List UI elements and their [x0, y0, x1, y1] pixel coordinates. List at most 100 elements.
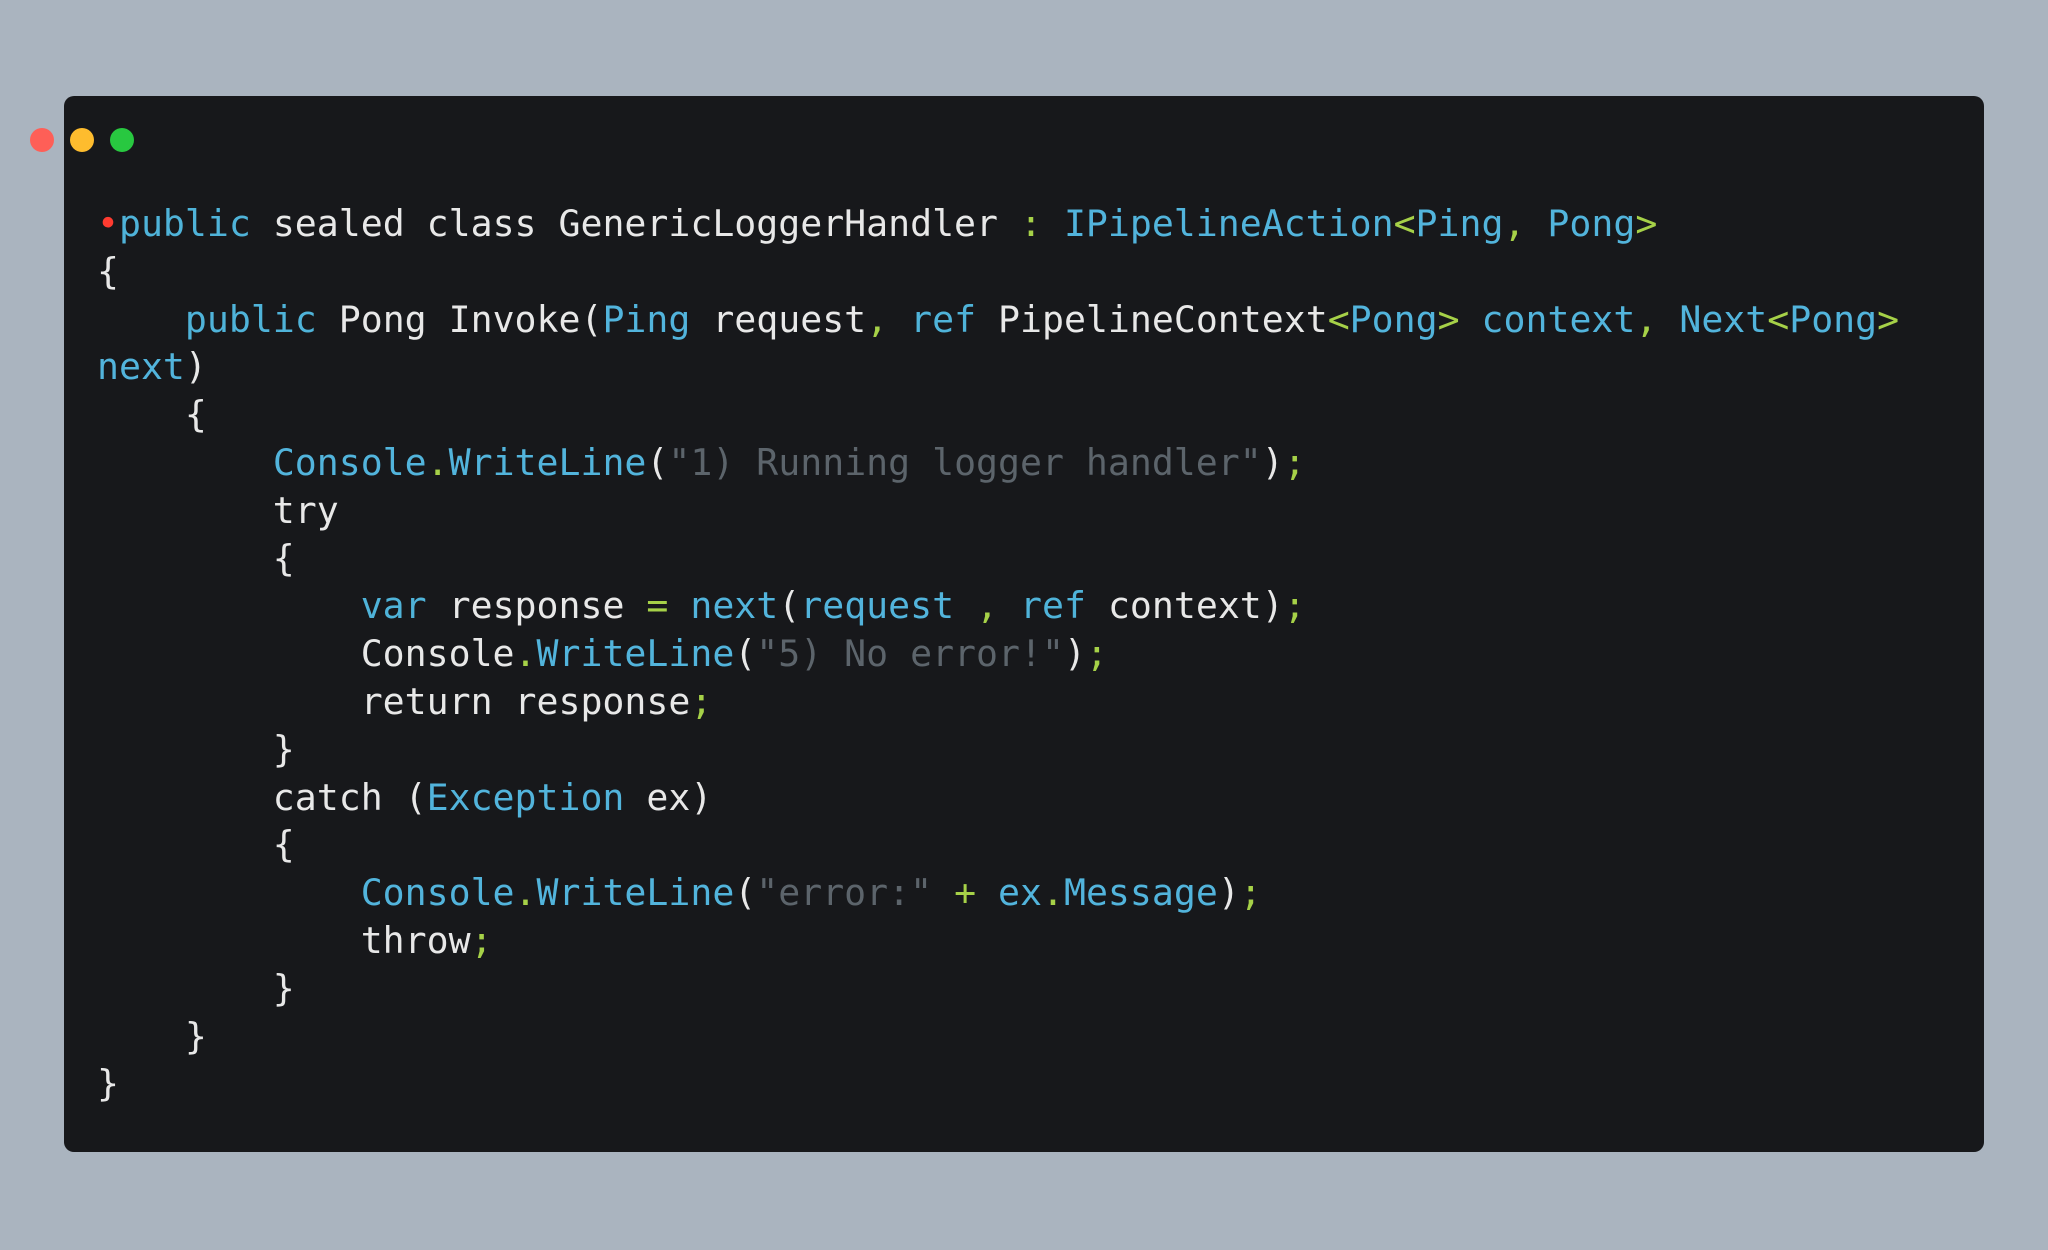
code-text: (: [734, 632, 757, 676]
punctuation: <: [1767, 297, 1790, 341]
string-literal: "5) No error!": [756, 632, 1064, 676]
code-text: {: [97, 536, 295, 580]
code-text: Console: [97, 632, 515, 676]
punctuation: ,: [1635, 297, 1658, 341]
code-text: (: [734, 871, 757, 915]
identifier: Ping: [602, 297, 691, 341]
identifier: Ping: [1415, 202, 1504, 245]
keyword: public: [184, 297, 317, 341]
punctuation: ,: [976, 584, 999, 628]
code-text: return response: [97, 679, 691, 723]
code-line: Console.WriteLine("1) Running logger han…: [97, 439, 1899, 487]
punctuation: >: [1877, 297, 1900, 341]
identifier: ex: [998, 871, 1042, 915]
code-text: ): [1217, 871, 1240, 915]
identifier: WriteLine: [536, 632, 735, 676]
keyword: ref: [1020, 584, 1086, 628]
identifier: Exception: [426, 775, 625, 819]
punctuation: ;: [1283, 440, 1306, 484]
identifier: Pong: [1789, 297, 1878, 341]
punctuation: <: [1327, 297, 1350, 341]
keyword: public: [118, 202, 251, 245]
page: { "window": { "buttons": [ {"name": "clo…: [0, 0, 2048, 1250]
code-text: Pong Invoke(: [316, 297, 603, 341]
identifier: request: [800, 584, 955, 628]
code-line: next): [97, 343, 1899, 391]
code-line: }: [97, 965, 1899, 1013]
punctuation: <: [1393, 202, 1416, 245]
code-text: sealed class GenericLoggerHandler: [250, 202, 1020, 245]
identifier: Console: [272, 440, 427, 484]
code-line: Console.WriteLine("5) No error!");: [97, 630, 1899, 678]
punctuation: .: [514, 871, 537, 915]
code-line: }: [97, 1013, 1899, 1061]
code-line: {: [97, 248, 1899, 296]
code-text: request: [690, 297, 867, 341]
identifier: Message: [1063, 871, 1218, 915]
identifier: Next: [1679, 297, 1768, 341]
identifier: Pong: [1349, 297, 1438, 341]
punctuation: >: [1635, 202, 1658, 245]
code-text: throw: [97, 918, 471, 962]
code-text: }: [97, 966, 295, 1010]
punctuation: ,: [1503, 202, 1526, 245]
code-line: •public sealed class GenericLoggerHandle…: [97, 200, 1899, 248]
code-line: throw;: [97, 917, 1899, 965]
close-window-button[interactable]: [30, 128, 54, 152]
minimize-window-button[interactable]: [70, 128, 94, 152]
code-line: }: [97, 726, 1899, 774]
code-text: ): [1063, 632, 1086, 676]
identifier: context: [1481, 297, 1636, 341]
code-text: response: [426, 584, 647, 628]
punctuation: ;: [1239, 871, 1262, 915]
identifier: WriteLine: [448, 440, 647, 484]
punctuation: :: [1019, 202, 1042, 245]
code-text: ): [1261, 440, 1284, 484]
code-text: }: [97, 727, 295, 771]
code-line: try: [97, 487, 1899, 535]
code-line: {: [97, 391, 1899, 439]
identifier: Pong: [1547, 202, 1636, 245]
punctuation: ;: [470, 918, 493, 962]
code-text: {: [97, 249, 119, 293]
code-text: try: [97, 488, 339, 532]
code-text: {: [97, 393, 207, 437]
code-block: •public sealed class GenericLoggerHandle…: [97, 200, 1899, 1108]
code-line: public Pong Invoke(Ping request, ref Pip…: [97, 296, 1899, 344]
string-literal: "error:": [756, 871, 933, 915]
code-text: context): [1085, 584, 1284, 628]
identifier: Console: [360, 871, 515, 915]
code-text: (: [646, 440, 669, 484]
keyword: var: [360, 584, 427, 628]
code-line: Console.WriteLine("error:" + ex.Message)…: [97, 869, 1899, 917]
punctuation: .: [426, 440, 449, 484]
code-text: (: [778, 584, 801, 628]
punctuation: ;: [1085, 632, 1108, 676]
maximize-window-button[interactable]: [110, 128, 134, 152]
code-line: {: [97, 535, 1899, 583]
punctuation: +: [954, 871, 977, 915]
string-literal: "1) Running logger handler": [668, 440, 1262, 484]
keyword: ref: [910, 297, 977, 341]
code-text: }: [97, 1062, 119, 1106]
punctuation: ;: [1283, 584, 1306, 628]
identifier: next: [690, 584, 779, 628]
breakpoint-marker: •: [97, 202, 119, 245]
code-text: ex): [624, 775, 713, 819]
code-line: return response;: [97, 678, 1899, 726]
identifier: IPipelineAction: [1063, 202, 1394, 245]
code-text: PipelineContext: [976, 297, 1328, 341]
code-line: {: [97, 821, 1899, 869]
punctuation: =: [646, 584, 669, 628]
